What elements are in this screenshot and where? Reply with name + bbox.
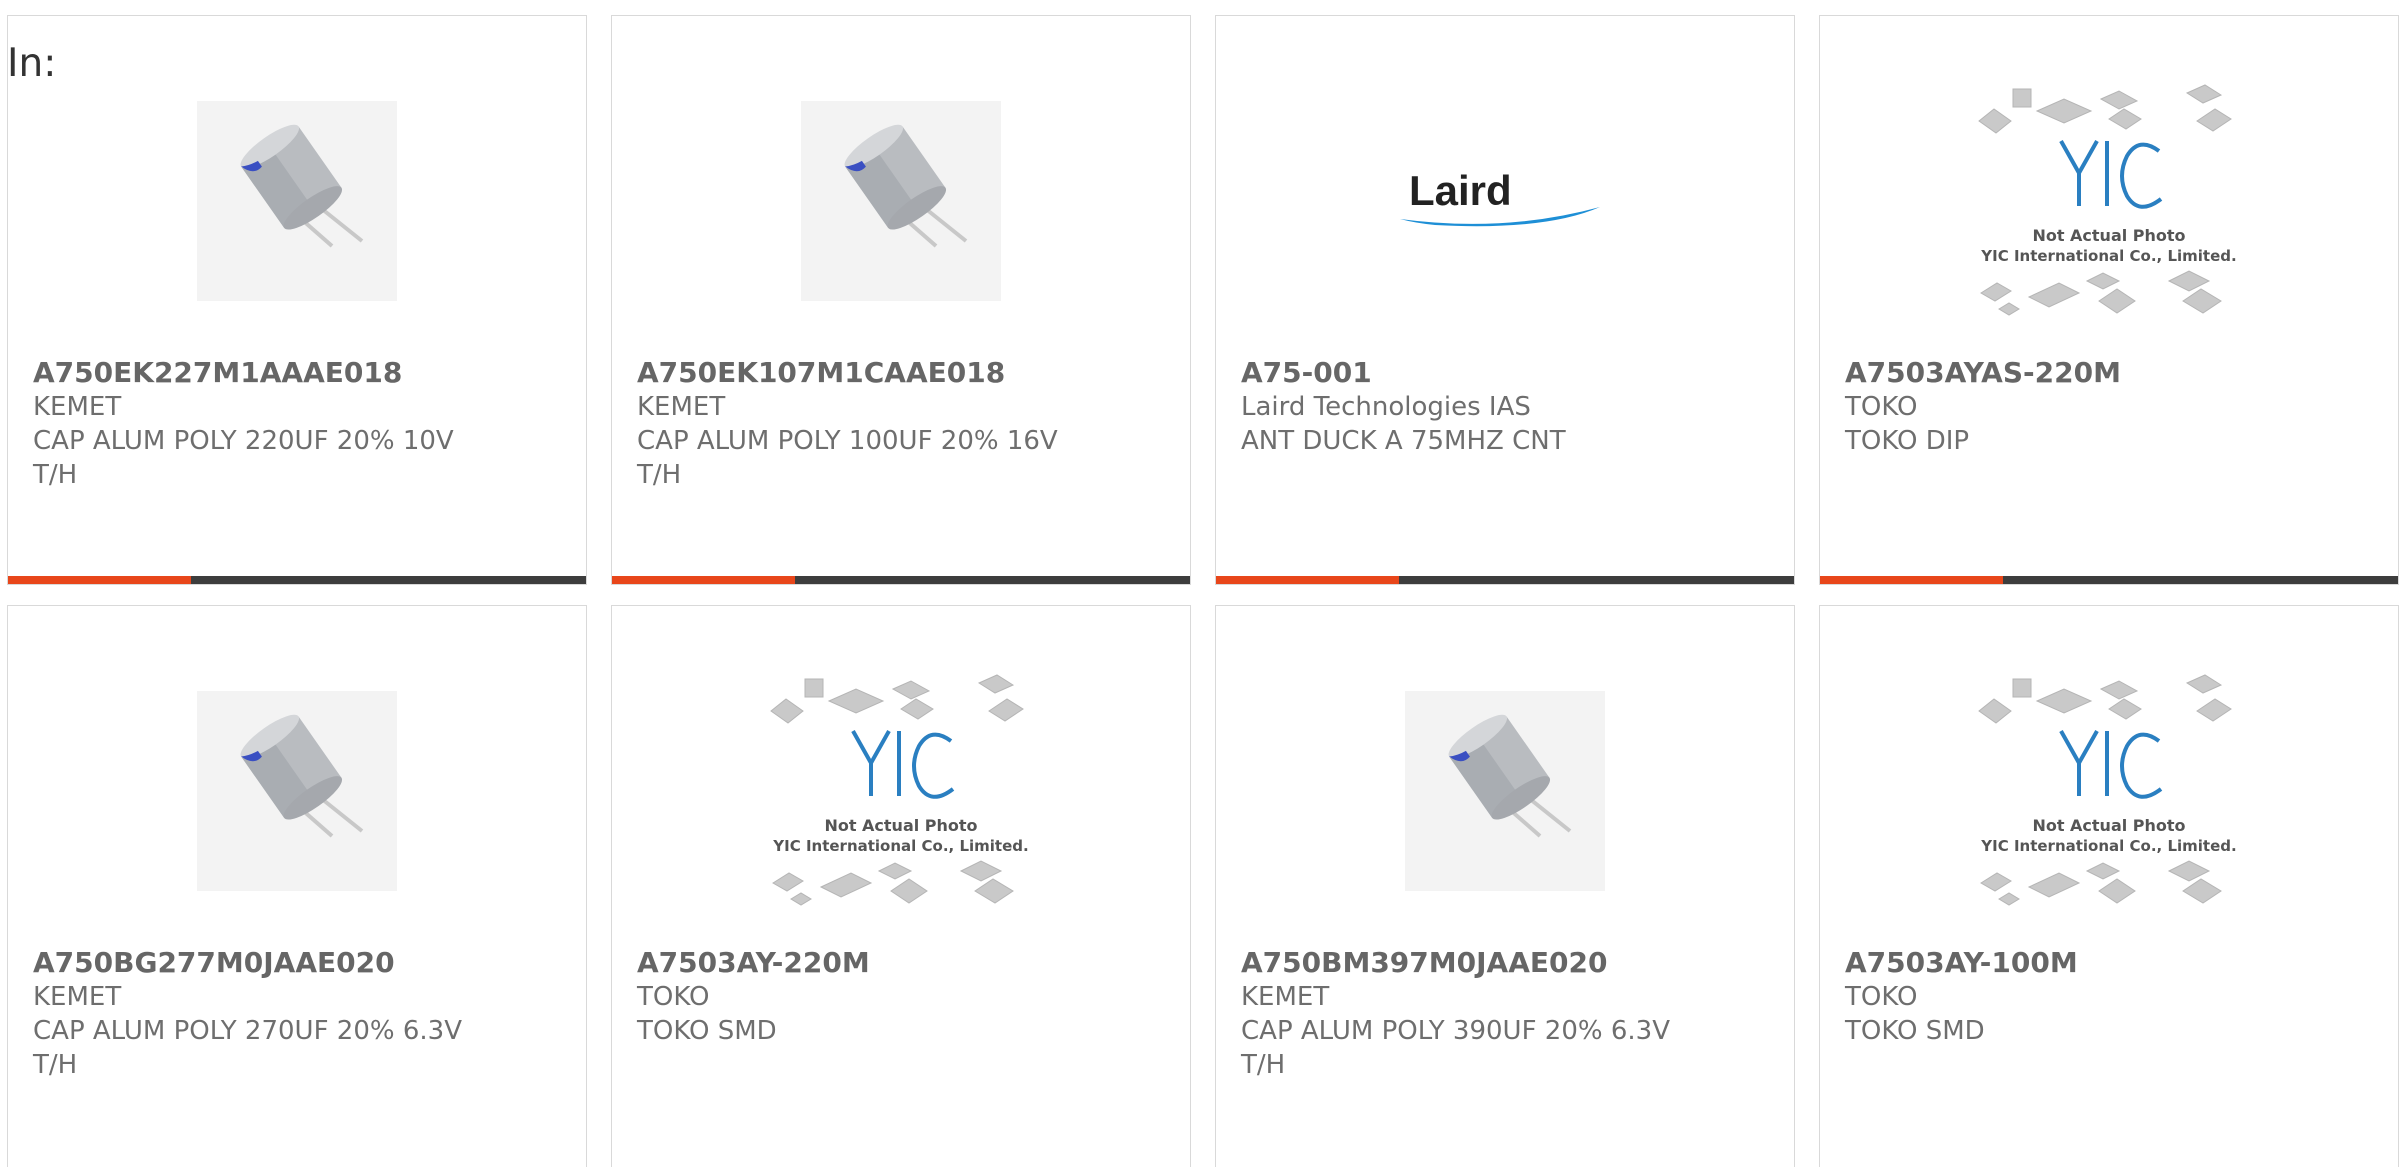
placeholder-line1: Not Actual Photo [824, 816, 977, 835]
product-image[interactable]: Not Actual Photo YIC International Co., … [1820, 84, 2398, 316]
placeholder-line2: YIC International Co., Limited. [1980, 247, 2236, 265]
description-line: CAP ALUM POLY 270UF 20% 6.3V [33, 1016, 462, 1046]
product-card[interactable]: Not Actual Photo YIC International Co., … [611, 605, 1191, 1167]
product-image[interactable] [8, 86, 586, 316]
laird-logo-icon: Laird [1400, 167, 1600, 227]
capacitor-icon [197, 101, 397, 301]
placeholder-line1: Not Actual Photo [2032, 226, 2185, 245]
product-image[interactable]: Not Actual Photo YIC International Co., … [612, 674, 1190, 906]
card-footer-accent [1216, 576, 1399, 584]
manufacturer: TOKO [1845, 392, 1918, 422]
product-info: A7503AY-100M TOKO TOKO SMD [1845, 946, 2378, 1048]
product-info: A750EK227M1AAAE018 KEMET CAP ALUM POLY 220… [33, 356, 566, 492]
product-card[interactable]: A750EK227M1AAAE018 KEMET CAP ALUM POLY 220… [7, 15, 587, 585]
product-image[interactable] [8, 676, 586, 906]
description-line: T/H [1241, 1050, 1286, 1080]
description-line: CAP ALUM POLY 100UF 20% 16V [637, 426, 1058, 456]
description-line: CAP ALUM POLY 390UF 20% 6.3V [1241, 1016, 1670, 1046]
part-number[interactable]: A7503AYAS-220M [1845, 356, 2378, 390]
description-line: TOKO DIP [1845, 426, 1970, 456]
placeholder-line2: YIC International Co., Limited. [772, 837, 1028, 855]
part-number[interactable]: A750BG277M0JAAE020 [33, 946, 566, 980]
product-info: A750EK107M1CAAE018 KEMET CAP ALUM POLY 100… [637, 356, 1170, 492]
product-info: A75-001 Laird Technologies IAS ANT DUCK A … [1241, 356, 1774, 458]
product-grid: A750EK227M1AAAE018 KEMET CAP ALUM POLY 220… [7, 15, 2399, 1167]
product-image[interactable] [1216, 676, 1794, 906]
card-footer-accent [612, 576, 795, 584]
product-card[interactable]: Not Actual Photo YIC International Co., … [1819, 605, 2399, 1167]
card-footer-bar [612, 576, 1190, 584]
description-line: TOKO SMD [1845, 1016, 1985, 1046]
part-number[interactable]: A750EK107M1CAAE018 [637, 356, 1170, 390]
product-info: A750BM397M0JAAE020 KEMET CAP ALUM POLY 390… [1241, 946, 1774, 1082]
part-number[interactable]: A7503AY-220M [637, 946, 1170, 980]
product-card[interactable]: A750EK107M1CAAE018 KEMET CAP ALUM POLY 100… [611, 15, 1191, 585]
description-line: ANT DUCK A 75MHZ CNT [1241, 426, 1566, 456]
yic-placeholder-icon: Not Actual Photo YIC International Co., … [1978, 674, 2237, 906]
manufacturer: KEMET [637, 392, 726, 422]
product-card[interactable]: Laird A75-001 Laird Technologies IAS ANT D… [1215, 15, 1795, 585]
product-image[interactable]: Laird [1216, 86, 1794, 316]
description-line: T/H [637, 460, 682, 490]
product-card[interactable]: Not Actual Photo YIC International Co., … [1819, 15, 2399, 585]
card-footer-accent [1820, 576, 2003, 584]
placeholder-line2: YIC International Co., Limited. [1980, 837, 2236, 855]
manufacturer: TOKO [637, 982, 710, 1012]
yic-placeholder-icon: Not Actual Photo YIC International Co., … [770, 674, 1029, 906]
part-number[interactable]: A75-001 [1241, 356, 1774, 390]
part-number[interactable]: A750EK227M1AAAE018 [33, 356, 566, 390]
placeholder-line1: Not Actual Photo [2032, 816, 2185, 835]
capacitor-icon [801, 101, 1001, 301]
description-line: T/H [33, 460, 78, 490]
part-number[interactable]: A750BM397M0JAAE020 [1241, 946, 1774, 980]
card-footer-bar [1820, 576, 2398, 584]
card-footer-bar [8, 576, 586, 584]
description-line: T/H [33, 1050, 78, 1080]
card-footer-accent [8, 576, 191, 584]
product-info: A7503AYAS-220M TOKO TOKO DIP [1845, 356, 2378, 458]
product-image[interactable]: Not Actual Photo YIC International Co., … [1820, 674, 2398, 906]
card-footer-bar [1216, 576, 1794, 584]
product-image[interactable] [612, 86, 1190, 316]
laird-logo-text: Laird [1409, 167, 1512, 214]
product-grid-page: In: A750EK227M1AAAE018 KEMET CAP ALUM POLY… [0, 0, 2400, 1167]
product-info: A7503AY-220M TOKO TOKO SMD [637, 946, 1170, 1048]
description-line: CAP ALUM POLY 220UF 20% 10V [33, 426, 454, 456]
yic-placeholder-icon: Not Actual Photo YIC International Co., … [1978, 84, 2237, 316]
capacitor-icon [1405, 691, 1605, 891]
product-info: A750BG277M0JAAE020 KEMET CAP ALUM POLY 270… [33, 946, 566, 1082]
capacitor-icon [197, 691, 397, 891]
description-line: TOKO SMD [637, 1016, 777, 1046]
manufacturer: TOKO [1845, 982, 1918, 1012]
manufacturer: Laird Technologies IAS [1241, 392, 1531, 422]
product-card[interactable]: A750BM397M0JAAE020 KEMET CAP ALUM POLY 390… [1215, 605, 1795, 1167]
manufacturer: KEMET [33, 982, 122, 1012]
part-number[interactable]: A7503AY-100M [1845, 946, 2378, 980]
filter-label: In: [7, 41, 57, 86]
manufacturer: KEMET [1241, 982, 1330, 1012]
manufacturer: KEMET [33, 392, 122, 422]
product-card[interactable]: A750BG277M0JAAE020 KEMET CAP ALUM POLY 270… [7, 605, 587, 1167]
